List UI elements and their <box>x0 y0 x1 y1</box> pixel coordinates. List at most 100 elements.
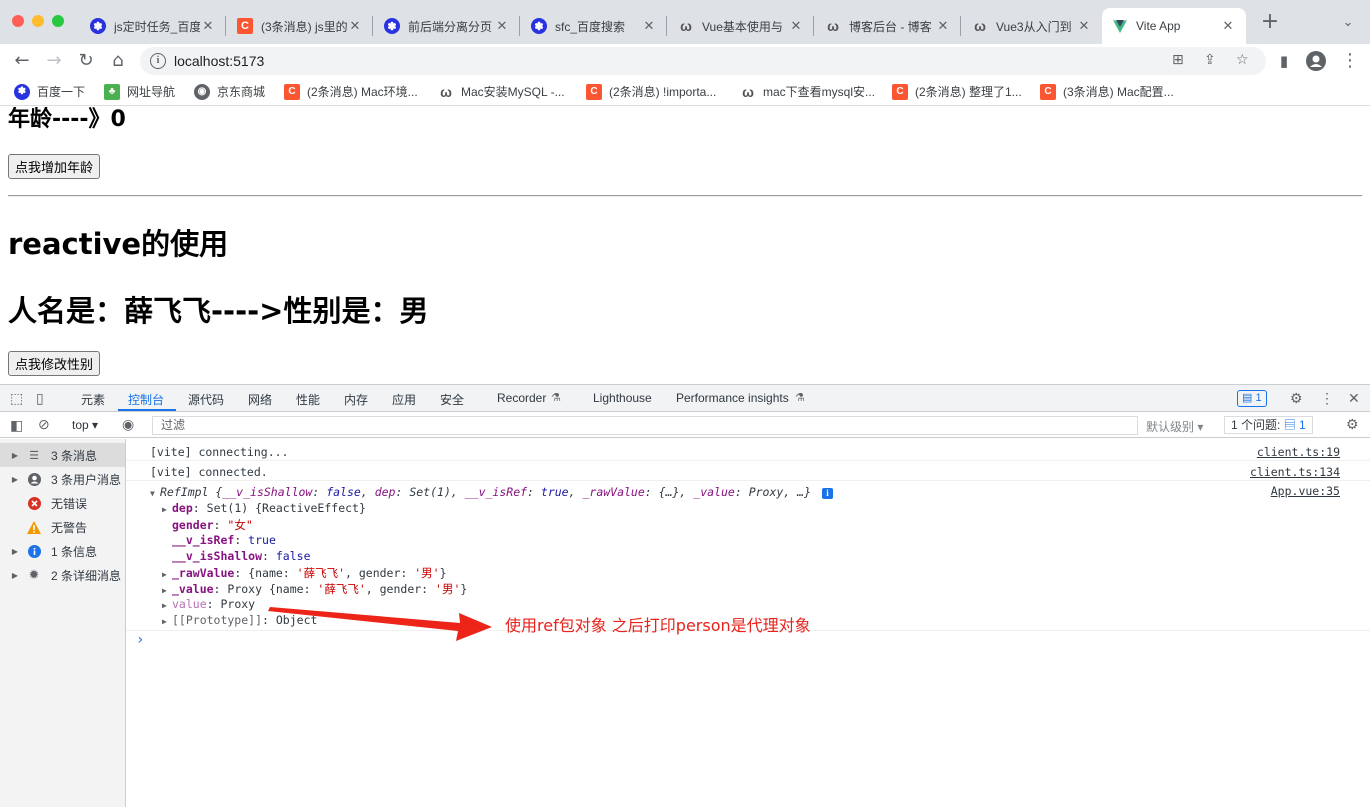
prop-value: '男' <box>414 566 440 580</box>
translate-icon[interactable]: ⊞ <box>1172 52 1184 68</box>
tab-performance-insights[interactable]: Performance insights <box>676 391 789 405</box>
browser-menu-icon[interactable]: ⋮ <box>1338 50 1362 72</box>
profile-avatar[interactable] <box>1304 50 1328 72</box>
bookmark-item[interactable]: ◉ 京东商城 <box>194 83 265 100</box>
change-gender-button[interactable]: 点我修改性别 <box>8 351 101 376</box>
home-button[interactable]: ⌂ <box>106 50 130 72</box>
sidebar-item-user-messages[interactable]: ▶ 3 条用户消息 <box>0 467 125 491</box>
more-options-icon[interactable]: ⋮ <box>1320 390 1334 407</box>
object-property[interactable]: ▶ value: Proxy <box>162 597 255 611</box>
bookmark-item[interactable]: C (2条消息) !importa... <box>586 83 716 100</box>
site-info-icon[interactable]: i <box>150 53 166 69</box>
new-tab-button[interactable]: + <box>1258 11 1282 33</box>
messages-badge[interactable]: ▤ 1 <box>1237 390 1267 407</box>
tab-network[interactable]: 网络 <box>248 391 272 408</box>
tab-security[interactable]: 安全 <box>440 391 464 408</box>
filter-input[interactable]: 过滤 <box>152 416 1138 435</box>
source-link[interactable]: client.ts:19 <box>1257 445 1340 459</box>
object-property[interactable]: ▶ dep: Set(1) {ReactiveEffect} <box>162 501 366 515</box>
sidebar-item-info[interactable]: ▶ 1 条信息 <box>0 539 125 563</box>
close-tab-icon[interactable]: ✕ <box>935 18 951 34</box>
browser-tab[interactable]: ω Vue基本使用与 ✕ <box>668 8 814 44</box>
expand-arrow-icon[interactable]: ▶ <box>8 547 22 556</box>
close-tab-icon[interactable]: ✕ <box>641 18 657 34</box>
back-button[interactable]: ← <box>10 50 34 72</box>
expand-arrow-icon[interactable]: ▶ <box>8 571 22 580</box>
close-tab-icon[interactable]: ✕ <box>1220 18 1236 34</box>
log-levels-dropdown[interactable]: 默认级别 ▾ <box>1146 418 1203 435</box>
live-expression-eye-icon[interactable]: ◉ <box>122 416 134 433</box>
expand-arrow-icon[interactable]: ▶ <box>162 601 172 610</box>
browser-tab[interactable]: ✽ 前后端分离分页 ✕ <box>374 8 520 44</box>
object-property[interactable]: ▶ _rawValue: {name: '薛飞飞', gender: '男'} <box>162 565 447 581</box>
sidebar-toggle-icon[interactable]: ◧ <box>10 417 23 434</box>
browser-tab-active[interactable]: Vite App ✕ <box>1102 8 1246 44</box>
close-tab-icon[interactable]: ✕ <box>1076 18 1092 34</box>
browser-tab[interactable]: ω Vue3从入门到 ✕ <box>962 8 1102 44</box>
devtools-panel: ⬚ ▯ 元素 控制台 源代码 网络 性能 内存 应用 安全 Recorder ⚗… <box>0 384 1370 807</box>
blog-icon: ω <box>440 83 452 100</box>
console-prompt[interactable]: › <box>136 632 144 648</box>
inspect-element-icon[interactable]: ⬚ <box>10 390 23 407</box>
sidebar-item-verbose[interactable]: ▶ ✹ 2 条详细消息 <box>0 563 125 587</box>
bookmark-item[interactable]: ♣ 网址导航 <box>104 83 175 100</box>
reload-button[interactable]: ↻ <box>74 50 98 72</box>
sidebar-item-warnings[interactable]: 无警告 <box>0 515 125 539</box>
collapse-arrow-icon[interactable]: ▼ <box>150 489 160 498</box>
close-devtools-icon[interactable]: ✕ <box>1348 390 1360 407</box>
browser-tab[interactable]: ω 博客后台 - 博客 ✕ <box>815 8 961 44</box>
bookmark-item[interactable]: C (2条消息) 整理了1... <box>892 83 1022 100</box>
browser-tab[interactable]: C (3条消息) js里的 ✕ <box>227 8 373 44</box>
expand-arrow-icon[interactable]: ▶ <box>8 475 22 484</box>
bookmark-star-icon[interactable]: ☆ <box>1236 52 1249 68</box>
browser-tab[interactable]: ✽ js定时任务_百度 ✕ <box>80 8 226 44</box>
minimize-window-button[interactable] <box>32 15 44 27</box>
bookmark-item[interactable]: ω mac下查看mysql安... <box>740 83 875 100</box>
bookmark-item[interactable]: C (3条消息) Mac配置... <box>1040 83 1174 100</box>
side-panel-icon[interactable]: ▮ <box>1272 50 1296 72</box>
expand-arrow-icon[interactable]: ▶ <box>162 617 172 626</box>
csdn-icon: C <box>237 18 253 34</box>
sidebar-item-errors[interactable]: 无错误 <box>0 491 125 515</box>
close-tab-icon[interactable]: ✕ <box>200 18 216 34</box>
close-tab-icon[interactable]: ✕ <box>788 18 804 34</box>
bookmark-item[interactable]: ω Mac安装MySQL -... <box>438 83 565 100</box>
share-icon[interactable]: ⇪ <box>1204 52 1216 68</box>
address-bar[interactable]: i localhost:5173 ⊞ ⇪ ☆ <box>140 47 1266 75</box>
console-settings-icon[interactable]: ⚙ <box>1346 416 1359 433</box>
close-tab-icon[interactable]: ✕ <box>494 18 510 34</box>
zoom-window-button[interactable] <box>52 15 64 27</box>
close-tab-icon[interactable]: ✕ <box>347 18 363 34</box>
settings-gear-icon[interactable]: ⚙ <box>1290 390 1303 407</box>
tab-elements[interactable]: 元素 <box>81 391 105 408</box>
object-summary[interactable]: ▼ RefImpl {__v_isShallow: false, dep: Set… <box>150 485 833 499</box>
tab-memory[interactable]: 内存 <box>344 391 368 408</box>
expand-arrow-icon[interactable]: ▶ <box>162 570 172 579</box>
source-link[interactable]: App.vue:35 <box>1271 484 1340 498</box>
tab-divider <box>960 16 961 36</box>
tab-application[interactable]: 应用 <box>392 391 416 408</box>
tab-performance[interactable]: 性能 <box>296 391 320 408</box>
tab-console[interactable]: 控制台 <box>128 391 164 408</box>
vite-icon <box>1112 18 1128 34</box>
add-age-button[interactable]: 点我增加年龄 <box>8 154 101 179</box>
tab-recorder[interactable]: Recorder <box>497 391 546 405</box>
expand-arrow-icon[interactable]: ▶ <box>162 586 172 595</box>
tab-lighthouse[interactable]: Lighthouse <box>593 391 652 405</box>
tab-sources[interactable]: 源代码 <box>188 391 224 408</box>
close-window-button[interactable] <box>12 15 24 27</box>
issues-button[interactable]: 1 个问题: ▤ 1 <box>1224 416 1313 434</box>
source-link[interactable]: client.ts:134 <box>1250 465 1340 479</box>
forward-button[interactable]: → <box>42 50 66 72</box>
device-toolbar-icon[interactable]: ▯ <box>36 390 44 407</box>
expand-arrow-icon[interactable]: ▶ <box>8 451 22 460</box>
bookmark-item[interactable]: ✽ 百度一下 <box>14 83 85 100</box>
tab-search-chevron-icon[interactable]: ⌄ <box>1336 12 1360 34</box>
browser-tab[interactable]: ✽ sfc_百度搜索 ✕ <box>521 8 667 44</box>
sidebar-item-messages[interactable]: ▶ ☰ 3 条消息 <box>0 443 125 467</box>
expand-arrow-icon[interactable]: ▶ <box>162 505 172 514</box>
bookmark-item[interactable]: C (2条消息) Mac环境... <box>284 83 418 100</box>
info-icon[interactable]: i <box>821 488 833 499</box>
clear-console-icon[interactable]: ⊘ <box>38 416 50 433</box>
context-selector[interactable]: top ▾ <box>72 418 98 432</box>
